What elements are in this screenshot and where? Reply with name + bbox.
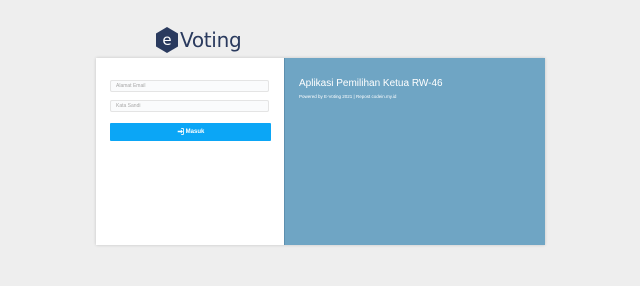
email-input[interactable] (110, 80, 269, 92)
app-title: Aplikasi Pemilihan Ketua RW-46 (299, 78, 443, 89)
hexagon-logo-icon: e (156, 27, 178, 53)
info-panel: Aplikasi Pemilihan Ketua RW-46 Powered b… (284, 58, 545, 245)
login-button-label: Masuk (185, 129, 205, 135)
password-input[interactable] (110, 100, 269, 112)
login-button[interactable]: Masuk (110, 123, 271, 141)
login-form-panel: Masuk (96, 58, 284, 245)
login-card: Masuk Aplikasi Pemilihan Ketua RW-46 Pow… (96, 58, 545, 245)
app-subtitle: Powered by E-Voting 2021 | Repost codein… (299, 94, 397, 99)
sign-in-icon (177, 127, 184, 137)
logo-letter: e (162, 31, 171, 49)
brand-logo: e Voting (155, 26, 242, 54)
brand-name: Voting (180, 28, 242, 52)
